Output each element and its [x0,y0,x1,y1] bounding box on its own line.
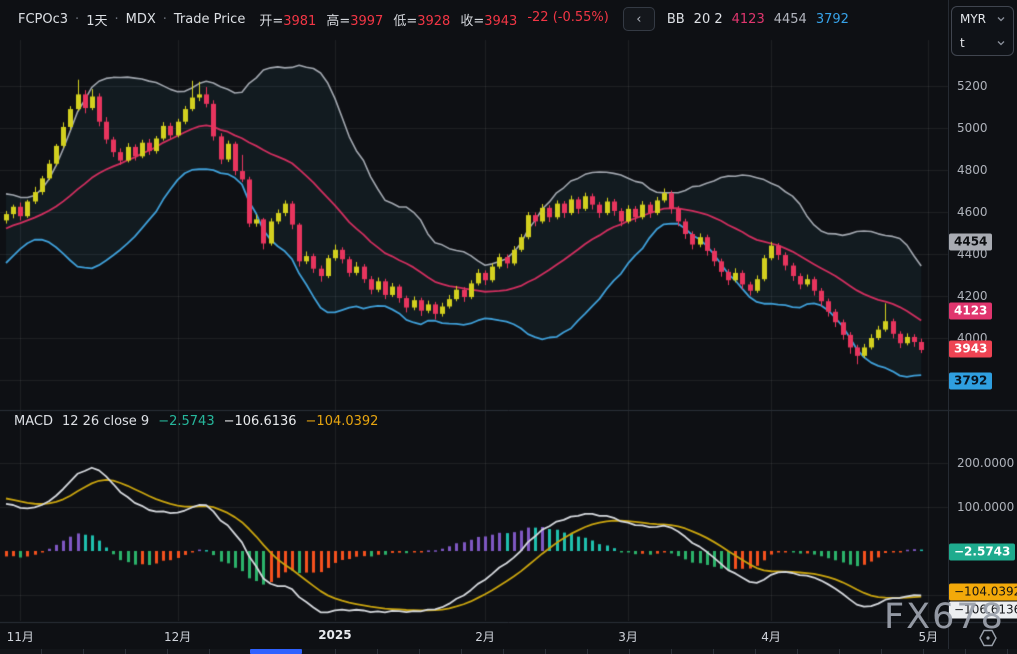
macd-legend: MACD 12 26 close 9 −2.5743 −106.6136 −10… [14,414,378,429]
legend-collapse-button[interactable]: ‹ [623,7,655,31]
bollinger-legend: BB 20 2 4123 4454 3792 [667,12,849,27]
chevron-left-icon: ‹ [636,12,641,27]
time-tick: 2月 [475,628,495,645]
macd-params: 12 26 close 9 [62,414,149,429]
bb-lower-badge: 3792 [949,373,992,390]
price-tick: 4800 [957,163,988,177]
macd-hist-value: −2.5743 [158,414,214,429]
separator-dot: · [114,12,118,27]
macd-tick: 100.0000 [957,500,1014,514]
ohlc-readout: 开=3981 高=3997 低=3928 收=3943 -22 (-0.55%) [259,10,609,29]
macd-signal-value: −104.0392 [306,414,379,429]
change-value: -22 (-0.55%) [527,10,609,29]
time-tick: 11月 [7,628,34,645]
price-tick: 5000 [957,121,988,135]
macd-line-badge: −106.6136 [949,602,1017,619]
last-price-badge: 3943 [949,341,992,358]
macd-line-value: −106.6136 [224,414,297,429]
chevron-down-icon [997,15,1005,23]
chart-canvas[interactable] [0,0,1017,654]
symbol-title: FCPOc3 [18,12,68,27]
price-axis[interactable]: 5200500048004600440042004000200.0000100.… [948,0,1017,654]
time-tick: 5月 [919,628,939,645]
currency-value: MYR [960,12,986,26]
bb-upper-value: 4454 [774,12,807,27]
separator-dot: · [163,12,167,27]
bb-params: 20 2 [694,12,723,27]
time-tick: 12月 [164,628,191,645]
bb-basis-badge: 4123 [949,303,992,320]
price-tick: 4600 [957,205,988,219]
currency-dropdown[interactable]: MYR [952,8,1013,30]
time-tick: 3月 [618,628,638,645]
time-axis[interactable]: 11月 12月 2025 2月 3月 4月 5月 [0,623,1017,648]
macd-tick: 200.0000 [957,456,1014,470]
low-value: 低=3928 [393,10,450,29]
unit-value: t [960,36,965,50]
macd-signal-badge: −104.0392 [949,584,1017,601]
hexagon-settings-icon [978,629,998,647]
price-tick: 4200 [957,289,988,303]
timeline-navigator[interactable] [0,649,1017,654]
settings-icon[interactable] [977,628,999,648]
time-tick: 2025 [318,628,351,642]
time-tick: 4月 [761,628,781,645]
bb-lower-value: 3792 [816,12,849,27]
open-value: 开=3981 [259,10,316,29]
macd-hist-badge: −2.5743 [949,544,1015,561]
interval-label: 1天 [86,10,107,29]
close-value: 收=3943 [460,10,517,29]
price-tick: 5200 [957,79,988,93]
chart-legend-toolbar: FCPOc3 · 1天 · MDX · Trade Price 开=3981 高… [0,0,966,38]
high-value: 高=3997 [326,10,383,29]
axis-unit-selector: MYR t [951,6,1014,56]
exchange-label: MDX [126,12,156,27]
unit-dropdown[interactable]: t [952,32,1013,54]
navigator-thumb[interactable] [250,649,302,654]
trading-app-window: { "toolbar": { "symbol": "FCPOc3", "sepa… [0,0,1017,654]
macd-indicator-name: MACD [14,414,53,429]
separator-dot: · [75,12,79,27]
bb-indicator-name: BB [667,12,685,27]
chevron-down-icon [997,39,1005,47]
series-type-label: Trade Price [174,12,245,27]
bb-basis-value: 4123 [732,12,765,27]
bb-upper-badge: 4454 [949,234,992,251]
